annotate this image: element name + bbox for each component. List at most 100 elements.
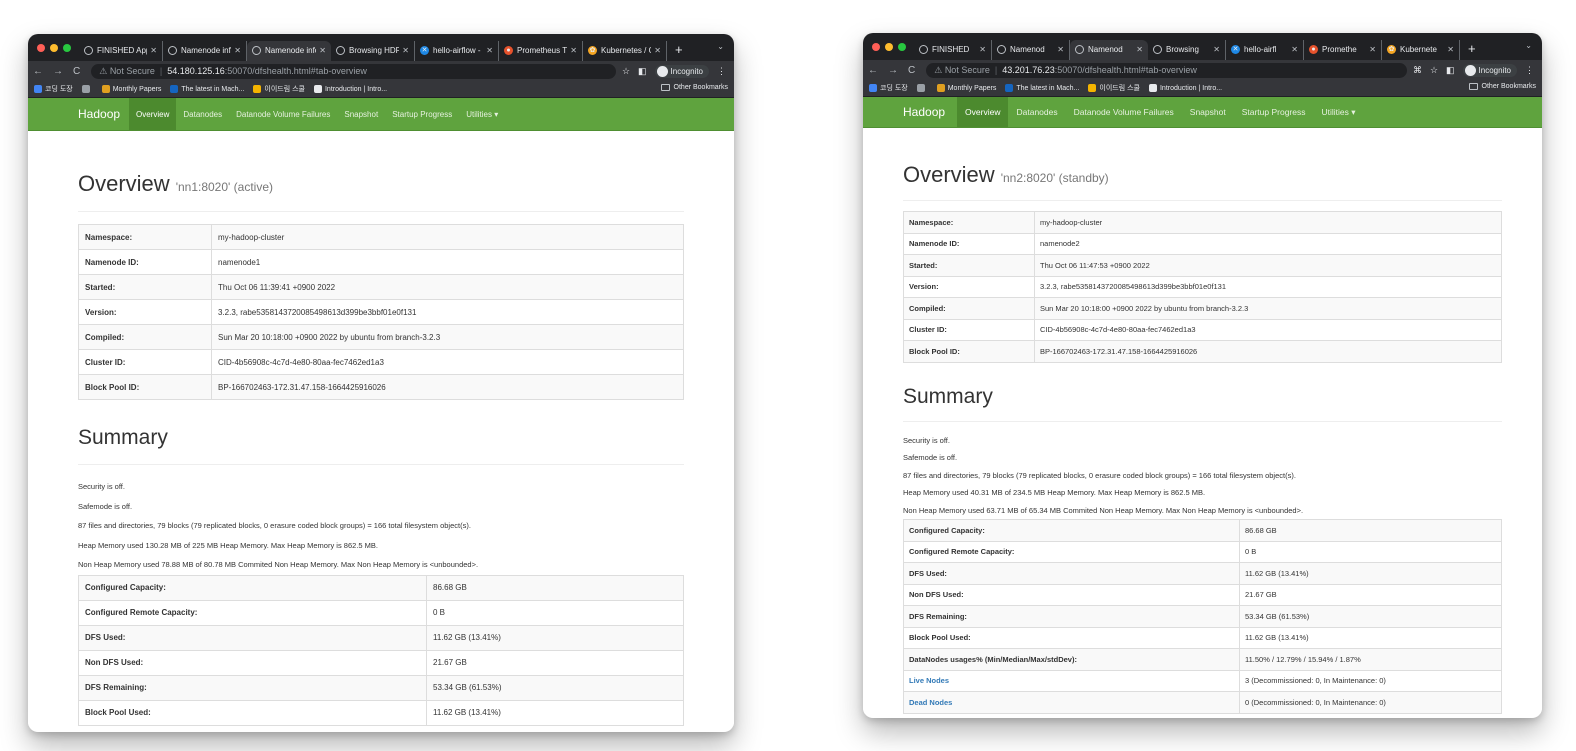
close-tab-icon[interactable]: ✕ bbox=[402, 46, 409, 55]
browser-tab[interactable]: ✿ Kubernete ✕ bbox=[1382, 39, 1460, 60]
close-window-button[interactable] bbox=[37, 43, 45, 52]
nav-item[interactable]: Datanode Volume Failures bbox=[1066, 97, 1182, 127]
row-value: CID-4b56908c-4c7d-4e80-80aa-fec7462ed1a3 bbox=[1034, 318, 1502, 341]
other-bookmarks[interactable]: Other Bookmarks bbox=[660, 84, 728, 91]
bookmark-item[interactable]: Introduction | Intro... bbox=[1148, 84, 1222, 92]
menu-icon[interactable]: ⋮ bbox=[1525, 65, 1534, 76]
browser-tab[interactable]: FINISHED ✕ bbox=[914, 39, 992, 60]
nav-item[interactable]: Datanode Volume Failures bbox=[229, 98, 337, 130]
browser-tab[interactable]: ● Prometheus Time✕ bbox=[499, 40, 583, 61]
browser-tab[interactable]: FINISHED Applic✕ bbox=[79, 40, 163, 61]
forward-button[interactable]: → bbox=[883, 65, 903, 76]
close-tab-icon[interactable]: ✕ bbox=[1213, 45, 1220, 54]
browser-tab[interactable]: Namenode inform✕ bbox=[163, 40, 247, 61]
incognito-button[interactable]: Incognito bbox=[1462, 63, 1517, 77]
bookmark-item[interactable]: 이이드림 스쿨 bbox=[253, 84, 305, 94]
table-row: Started: Thu Oct 06 11:39:41 +0900 2022 bbox=[78, 274, 684, 300]
nav-item[interactable]: Snapshot bbox=[337, 98, 385, 130]
brand-link[interactable]: Hadoop bbox=[863, 105, 957, 119]
new-tab-button[interactable]: + bbox=[1460, 41, 1484, 56]
bookmark-icon bbox=[101, 85, 110, 93]
browser-tab[interactable]: Namenode inform✕ bbox=[247, 40, 331, 61]
star-icon[interactable]: ☆ bbox=[1430, 65, 1438, 76]
close-tab-icon[interactable]: ✕ bbox=[1447, 45, 1454, 54]
new-tab-button[interactable]: + bbox=[667, 42, 691, 57]
row-label: Version: bbox=[78, 299, 212, 325]
sidepanel-icon[interactable]: ◧ bbox=[638, 66, 647, 77]
bookmark-icon bbox=[313, 85, 322, 93]
other-bookmarks[interactable]: Other Bookmarks bbox=[1468, 83, 1536, 90]
close-tab-icon[interactable]: ✕ bbox=[319, 46, 326, 55]
row-label: Namenode ID: bbox=[78, 249, 212, 275]
back-button[interactable]: ← bbox=[28, 66, 48, 77]
close-tab-icon[interactable]: ✕ bbox=[1369, 45, 1376, 54]
incognito-button[interactable]: Incognito bbox=[654, 64, 709, 78]
nav-item[interactable]: Utilities ▾ bbox=[1313, 97, 1363, 127]
close-tab-icon[interactable]: ✕ bbox=[486, 46, 493, 55]
browser-tab[interactable]: ✕hello-airflow - Gr✕ bbox=[415, 40, 499, 61]
close-tab-icon[interactable]: ✕ bbox=[234, 46, 241, 55]
zoom-window-button[interactable] bbox=[898, 42, 906, 51]
browser-tab[interactable]: Browsing ✕ bbox=[1148, 39, 1226, 60]
browser-tab[interactable]: Namenod ✕ bbox=[992, 39, 1070, 60]
chevron-down-icon[interactable]: ⌄ bbox=[717, 42, 724, 51]
nav-item[interactable]: Datanodes bbox=[1008, 97, 1065, 127]
close-tab-icon[interactable]: ✕ bbox=[150, 46, 157, 55]
nav-item[interactable]: Startup Progress bbox=[1234, 97, 1314, 127]
bookmark-item[interactable] bbox=[81, 85, 93, 93]
nav-item[interactable]: Overview bbox=[129, 98, 177, 130]
nav-item[interactable]: Snapshot bbox=[1182, 97, 1234, 127]
minimize-window-button[interactable] bbox=[50, 43, 58, 52]
close-tab-icon[interactable]: ✕ bbox=[570, 46, 577, 55]
bookmark-item[interactable]: 이이드림 스쿨 bbox=[1088, 83, 1140, 93]
nav-item[interactable]: Overview bbox=[957, 97, 1009, 127]
globe-icon bbox=[336, 46, 345, 55]
bookmark-item[interactable]: Introduction | Intro... bbox=[313, 85, 387, 93]
nav-item[interactable]: Datanodes bbox=[176, 98, 229, 130]
browser-tab[interactable]: ✿ Kubernetes / Cor✕ bbox=[583, 40, 667, 61]
forward-button[interactable]: → bbox=[48, 66, 68, 77]
nav-item[interactable]: Utilities ▾ bbox=[459, 98, 505, 130]
reload-button[interactable]: C bbox=[68, 66, 85, 77]
close-window-button[interactable] bbox=[872, 42, 880, 51]
browser-tab[interactable]: Namenod ✕ bbox=[1070, 39, 1148, 60]
reload-button[interactable]: C bbox=[903, 65, 920, 76]
chevron-down-icon[interactable]: ⌄ bbox=[1525, 41, 1532, 50]
tab-title: Namenod bbox=[1088, 45, 1123, 54]
nodes-link[interactable]: Live Nodes bbox=[909, 676, 949, 685]
back-button[interactable]: ← bbox=[863, 65, 883, 76]
brand-link[interactable]: Hadoop bbox=[28, 107, 129, 121]
close-tab-icon[interactable]: ✕ bbox=[654, 46, 661, 55]
bookmark-item[interactable]: 코딩 도장 bbox=[34, 84, 73, 94]
summary-heading: Summary bbox=[78, 426, 168, 449]
address-bar[interactable]: ⚠ Not Secure | 54.180.125.16:50070/dfsheal… bbox=[91, 63, 616, 79]
browser-tab[interactable]: ✕ hello-airfl ✕ bbox=[1226, 39, 1304, 60]
zoom-window-button[interactable] bbox=[63, 43, 71, 52]
close-tab-icon[interactable]: ✕ bbox=[1136, 45, 1143, 54]
bookmark-item[interactable]: The latest in Mach... bbox=[1005, 84, 1079, 92]
divider bbox=[78, 211, 684, 212]
minimize-window-button[interactable] bbox=[885, 42, 893, 51]
bookmark-item[interactable]: The latest in Mach... bbox=[170, 85, 244, 93]
close-tab-icon[interactable]: ✕ bbox=[979, 45, 986, 54]
bookmark-item[interactable]: Monthly Papers bbox=[936, 84, 996, 92]
row-label: Block Pool Used: bbox=[903, 626, 1240, 649]
row-value: 0 (Decommissioned: 0, In Maintenance: 0) bbox=[1239, 691, 1502, 714]
star-icon[interactable]: ☆ bbox=[622, 66, 630, 77]
browser-tab[interactable]: ● Promethe ✕ bbox=[1304, 39, 1382, 60]
nav-item[interactable]: Startup Progress bbox=[385, 98, 459, 130]
bookmark-item[interactable]: 코딩 도장 bbox=[869, 83, 908, 93]
bookmark-item[interactable]: Monthly Papers bbox=[101, 85, 161, 93]
address-bar[interactable]: ⚠ Not Secure | 43.201.76.23:50070/dfshealt… bbox=[926, 62, 1407, 78]
row-label: DFS Used: bbox=[78, 624, 427, 651]
toolbar-icons: ☆ ◧ Incognito ⋮ bbox=[622, 64, 734, 78]
browser-tab[interactable]: Browsing HDFS✕ bbox=[331, 40, 415, 61]
nodes-link[interactable]: Dead Nodes bbox=[909, 698, 952, 707]
close-tab-icon[interactable]: ✕ bbox=[1057, 45, 1064, 54]
summary-line: 87 files and directories, 79 blocks (79 … bbox=[903, 470, 1296, 480]
keyboard-icon[interactable]: ⌘ bbox=[1413, 65, 1422, 76]
bookmark-item[interactable] bbox=[916, 84, 928, 92]
menu-icon[interactable]: ⋮ bbox=[717, 66, 726, 77]
close-tab-icon[interactable]: ✕ bbox=[1291, 45, 1298, 54]
sidepanel-icon[interactable]: ◧ bbox=[1446, 65, 1455, 76]
